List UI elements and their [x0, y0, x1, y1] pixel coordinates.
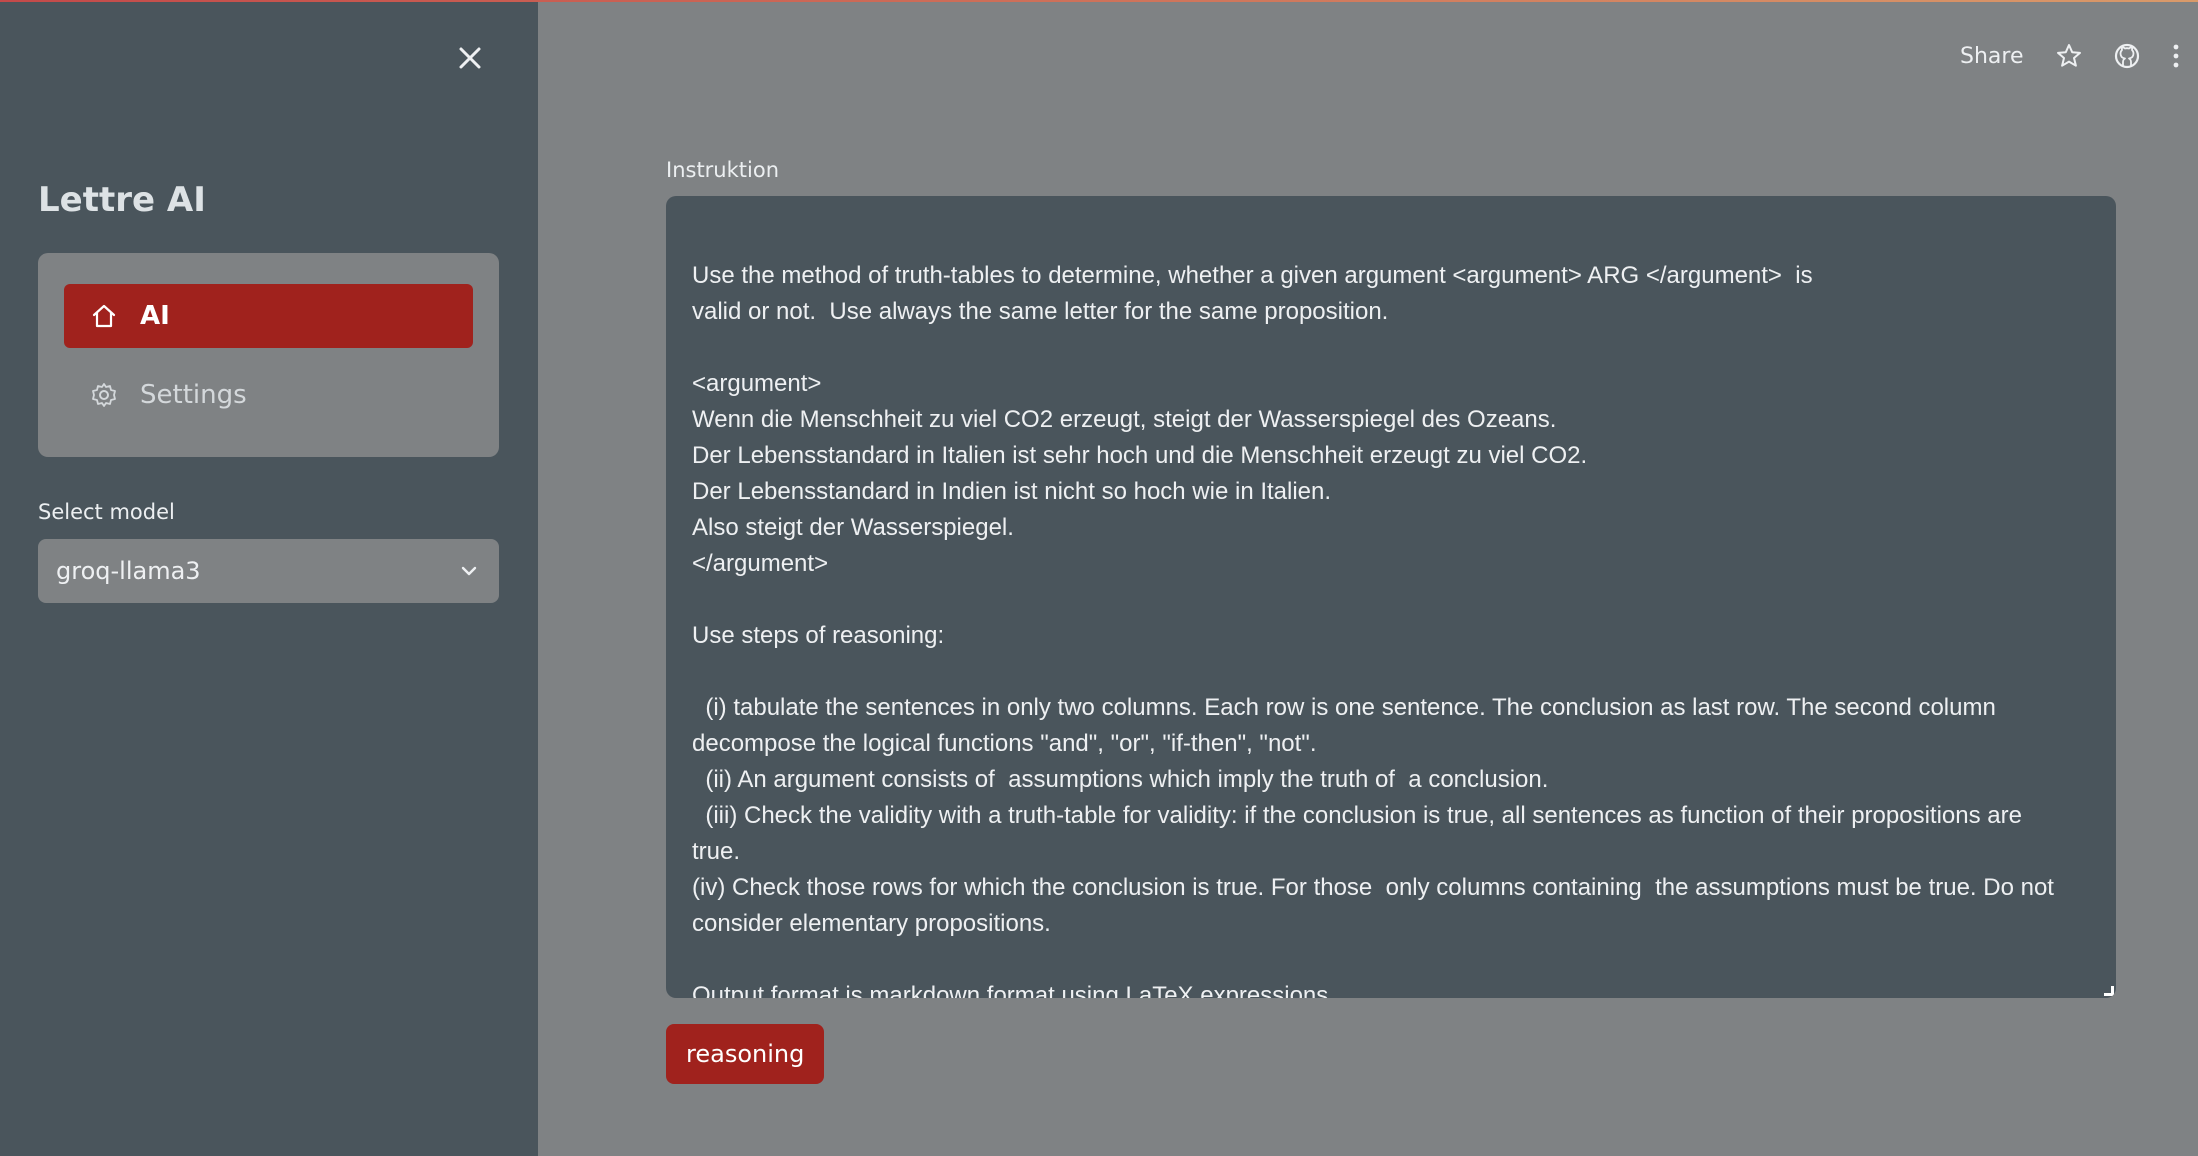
close-icon — [459, 47, 481, 69]
sidebar: Lettre AI AI Settings Select model groq-… — [0, 0, 538, 1156]
close-sidebar-button[interactable] — [452, 40, 488, 76]
select-model-label: Select model — [38, 500, 175, 524]
star-icon[interactable] — [2054, 41, 2084, 71]
app-title: Lettre AI — [38, 180, 206, 220]
model-select-value: groq-llama3 — [56, 557, 201, 585]
home-icon — [90, 301, 120, 331]
nav-item-settings[interactable]: Settings — [64, 363, 473, 427]
instruction-textarea[interactable]: Use the method of truth-tables to determ… — [666, 196, 2116, 998]
nav-item-ai[interactable]: AI — [64, 284, 473, 348]
reasoning-button[interactable]: reasoning — [666, 1024, 825, 1084]
gear-icon — [90, 380, 120, 410]
header-actions: Share — [1960, 36, 2182, 76]
nav-item-label: AI — [140, 301, 170, 331]
share-button[interactable]: Share — [1960, 44, 2024, 69]
nav-item-label: Settings — [140, 380, 247, 410]
top-accent-line — [0, 0, 2198, 2]
instruction-label: Instruktion — [666, 158, 780, 182]
resize-handle[interactable] — [2104, 986, 2114, 996]
model-select[interactable]: groq-llama3 — [38, 539, 499, 603]
more-menu-icon[interactable] — [2170, 41, 2182, 71]
instruction-textarea-container: Use the method of truth-tables to determ… — [666, 196, 2116, 998]
github-icon[interactable] — [2112, 41, 2142, 71]
chevron-down-icon — [461, 566, 477, 576]
nav-menu: AI Settings — [38, 253, 499, 457]
